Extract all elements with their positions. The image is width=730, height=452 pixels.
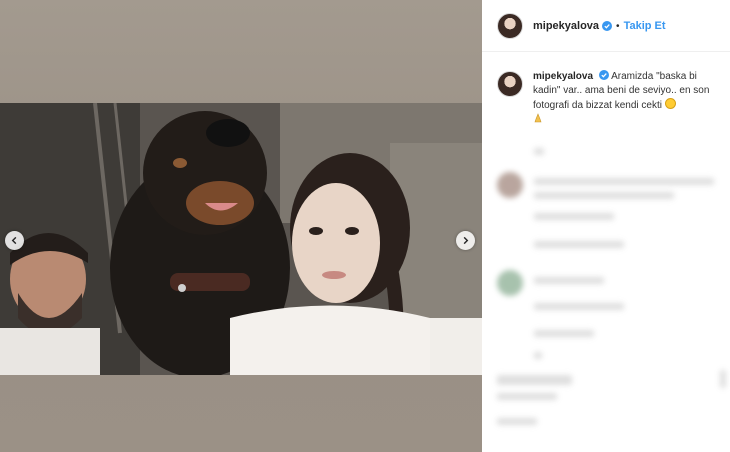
next-photo-button[interactable] <box>456 231 475 250</box>
avatar[interactable] <box>497 13 523 39</box>
smiling-face-icon <box>664 98 676 109</box>
media-pane <box>0 0 482 452</box>
instagram-post-view: mipekyalova • Takip Et mipekyalova Arami… <box>0 0 730 452</box>
verified-badge-icon <box>602 21 613 31</box>
praying-hands-icon <box>534 113 542 123</box>
caption-text-block: mipekyalova Aramizda "baska bi kadin" va… <box>533 70 725 127</box>
caption-username[interactable]: mipekyalova <box>533 71 593 82</box>
chevron-right-icon <box>463 236 469 245</box>
verified-badge-icon <box>598 70 609 80</box>
header-divider <box>482 51 730 52</box>
separator-dot: • <box>616 20 620 32</box>
follow-button[interactable]: Takip Et <box>624 20 666 32</box>
post-photo[interactable] <box>0 103 482 375</box>
post-sidebar: mipekyalova • Takip Et mipekyalova Arami… <box>482 0 730 452</box>
post-header: mipekyalova • Takip Et <box>497 12 666 40</box>
previous-photo-button[interactable] <box>5 231 24 250</box>
chevron-left-icon <box>11 236 17 245</box>
caption: mipekyalova Aramizda "baska bi kadin" va… <box>497 70 725 127</box>
username-link[interactable]: mipekyalova <box>533 20 599 32</box>
caption-avatar[interactable] <box>497 71 523 97</box>
